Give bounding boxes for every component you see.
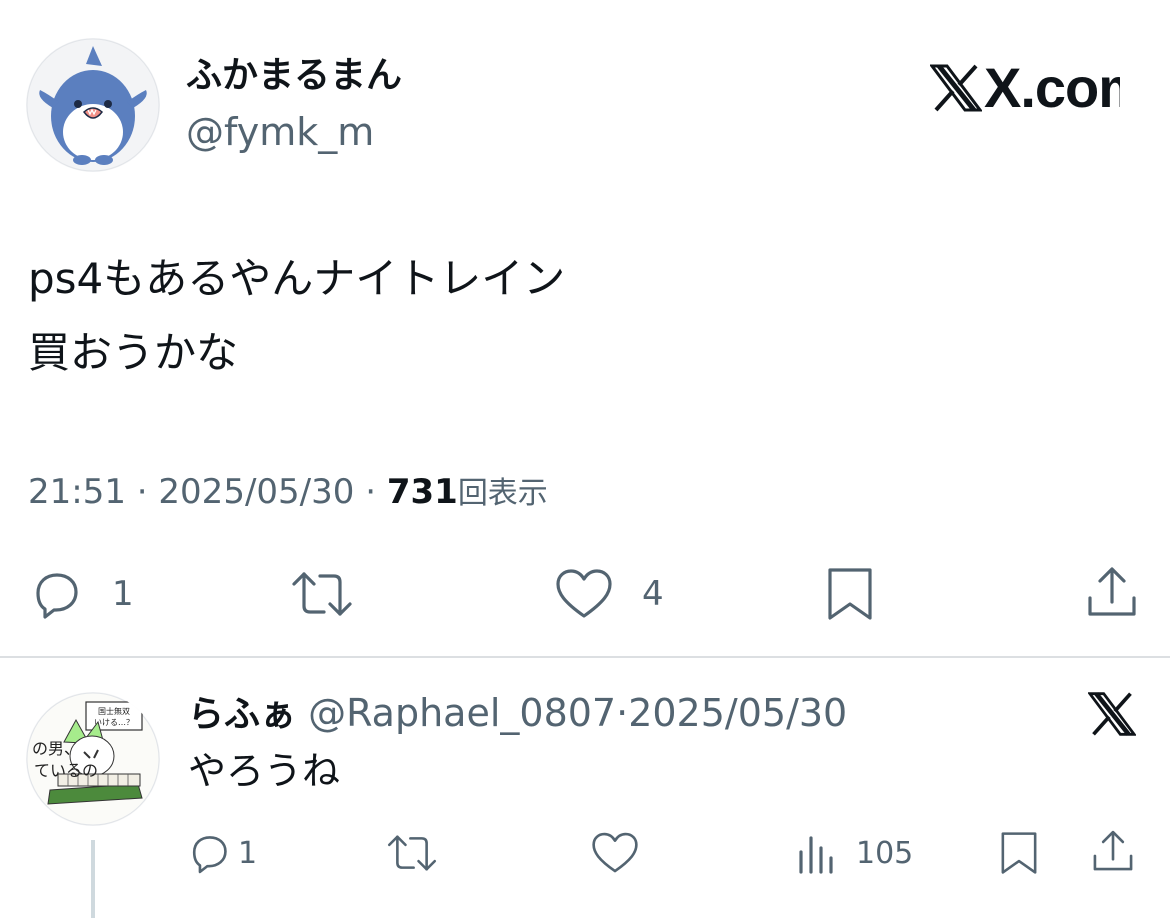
author-display-name[interactable]: ふかまるまん	[186, 52, 402, 100]
post-text-line-1: ps4もあるやんナイトレイン	[28, 254, 566, 303]
x-com-brand: X.com	[930, 58, 1120, 118]
retweet-icon	[292, 572, 352, 616]
divider	[0, 656, 1170, 658]
separator-dot: ·	[136, 472, 148, 512]
reply-header: らふぁ @Raphael_0807·2025/05/30	[188, 688, 847, 740]
brand-text: X.com	[984, 58, 1120, 118]
separator-dot: ·	[365, 472, 377, 512]
reply-views-count: 105	[856, 835, 914, 871]
reply-display-name[interactable]: らふぁ	[188, 694, 296, 735]
reply-reply-count: 1	[238, 835, 258, 871]
reply-bookmark-button[interactable]	[998, 830, 1040, 876]
post-text-line-2: 買おうかな	[28, 328, 239, 377]
svg-text:いける…？: いける…？	[94, 718, 134, 727]
bookmark-icon	[828, 568, 872, 620]
views-label: 回表示	[457, 476, 548, 511]
svg-text:ているの: ているの	[34, 761, 98, 780]
avatar-sign-text: 国士無双	[98, 706, 130, 716]
share-icon	[1093, 830, 1133, 871]
thread-line	[91, 840, 95, 918]
retweet-button[interactable]	[290, 566, 354, 622]
reply-x-logo	[1088, 690, 1136, 738]
shark-mascot-icon	[26, 38, 160, 172]
manga-avatar-icon: 国士無双 いける…？ の男、 ているの	[26, 692, 160, 826]
like-count: 4	[642, 574, 664, 614]
reply-reply-button[interactable]: 1	[186, 830, 257, 876]
avatar-side-text: の男、	[32, 739, 80, 758]
reply-views-button[interactable]: 105	[796, 830, 913, 876]
reply-icon	[192, 836, 227, 874]
like-button[interactable]: 4	[554, 566, 664, 622]
author-avatar[interactable]	[26, 38, 160, 172]
retweet-icon	[387, 835, 437, 871]
like-icon	[556, 569, 612, 618]
share-icon	[1088, 567, 1136, 616]
reply-like-button[interactable]	[590, 830, 640, 876]
share-button[interactable]	[1084, 564, 1140, 620]
bookmark-button[interactable]	[824, 566, 876, 622]
views-count[interactable]: 731	[387, 472, 458, 512]
bookmark-icon	[1001, 832, 1037, 874]
reply-button[interactable]: 1	[28, 566, 134, 622]
reply-author-avatar[interactable]: 国士無双 いける…？ の男、 ているの	[26, 692, 160, 826]
reply-icon	[36, 573, 78, 619]
separator-dot: ·	[616, 691, 629, 735]
post-metadata: 21:51 · 2025/05/30 · 731回表示	[28, 470, 548, 516]
reply-date[interactable]: 2025/05/30	[628, 691, 847, 735]
x-logo-icon	[930, 64, 982, 112]
post-date[interactable]: 2025/05/30	[158, 472, 354, 512]
views-icon	[799, 836, 833, 874]
reply-retweet-button[interactable]	[386, 830, 438, 876]
post-time[interactable]: 21:51	[28, 472, 126, 512]
reply-text: やろうね	[188, 749, 341, 793]
reply-share-button[interactable]	[1090, 828, 1136, 874]
x-logo-icon	[1088, 692, 1136, 736]
author-handle[interactable]: @fymk_m	[186, 108, 374, 156]
reply-count: 1	[112, 574, 134, 614]
like-icon	[592, 832, 638, 873]
reply-handle[interactable]: @Raphael_0807	[308, 691, 616, 735]
